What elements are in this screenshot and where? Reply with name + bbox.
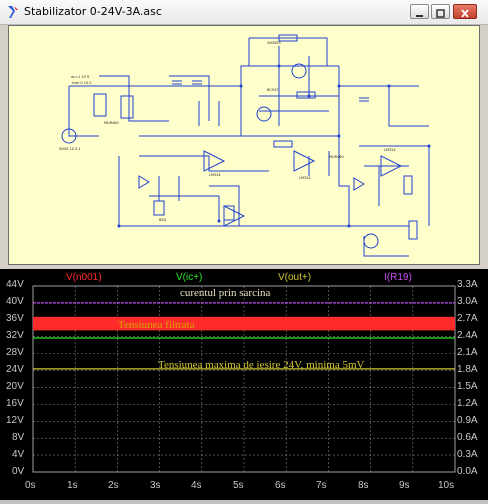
svg-text:.tran 0 10 0: .tran 0 10 0	[71, 81, 92, 85]
x-tick-label: 10s	[438, 480, 455, 491]
y-tick-label: 0V	[12, 466, 25, 477]
y2-tick-label: 2.4A	[457, 330, 478, 341]
ltspice-app-icon	[8, 6, 18, 18]
trace-label-ir19[interactable]: I(R19)	[384, 272, 412, 283]
plot-canvas	[32, 285, 456, 473]
y-tick-label: 4V	[12, 449, 25, 460]
x-tick-label: 4s	[191, 480, 202, 491]
maximize-button[interactable]	[431, 4, 450, 19]
y-tick-label: 24V	[6, 364, 24, 375]
y-tick-label: 28V	[6, 347, 24, 358]
x-tick-label: 2s	[108, 480, 119, 491]
svg-text:LM324: LM324	[209, 173, 221, 177]
trace-label-vn001[interactable]: V(n001)	[66, 272, 102, 283]
svg-text:2N3055: 2N3055	[267, 41, 281, 45]
svg-text:LM324: LM324	[384, 148, 396, 152]
close-button[interactable]	[453, 4, 477, 19]
svg-text:BZX: BZX	[159, 218, 167, 222]
x-tick-label: 0s	[25, 480, 36, 491]
close-icon	[461, 9, 469, 18]
y2-tick-label: 0.6A	[457, 432, 478, 443]
y2-tick-label: 2.1A	[457, 347, 478, 358]
x-tick-label: 6s	[275, 480, 286, 491]
trace-label-vout[interactable]: V(out+)	[278, 272, 311, 283]
y2-tick-label: 0.0A	[457, 466, 478, 477]
svg-text:50HZ 10 0.1: 50HZ 10 0.1	[59, 147, 81, 151]
y-tick-label: 40V	[6, 296, 24, 307]
y-tick-label: 36V	[6, 313, 24, 324]
x-tick-label: 1s	[67, 480, 78, 491]
y2-tick-label: 1.5A	[457, 381, 478, 392]
trace-vn001	[33, 316, 455, 331]
y2-tick-label: 2.7A	[457, 313, 478, 324]
x-tick-label: 8s	[358, 480, 369, 491]
svg-text:BC547: BC547	[267, 88, 278, 92]
svg-text:MUR460: MUR460	[104, 121, 119, 125]
x-tick-label: 9s	[399, 480, 410, 491]
schematic-editor[interactable]: ac=1 10 9 .tran 0 10 0 50HZ 10 0.1 2N305…	[8, 25, 480, 265]
x-tick-label: 5s	[233, 480, 244, 491]
y2-tick-label: 1.8A	[457, 364, 478, 375]
svg-text:MUR460: MUR460	[329, 155, 344, 159]
minimize-button[interactable]	[410, 4, 429, 19]
max-output-annotation: Tensiunea maxima de iesire 24V, minima 5…	[158, 359, 365, 371]
maximize-icon	[436, 9, 445, 18]
y-tick-label: 16V	[6, 398, 24, 409]
y-tick-label: 32V	[6, 330, 24, 341]
x-tick-label: 7s	[316, 480, 327, 491]
svg-text:LM324: LM324	[299, 176, 311, 180]
svg-text:ac=1 10 9: ac=1 10 9	[71, 75, 89, 79]
trace-label-vic[interactable]: V(ic+)	[176, 272, 202, 283]
y-tick-label: 8V	[12, 432, 25, 443]
current-annotation: curentul prin sarcina	[180, 287, 271, 299]
minimize-icon	[416, 15, 423, 17]
x-tick-label: 3s	[150, 480, 161, 491]
ltspice-window: Stabilizator 0-24V-3A.asc ac=1 10 9 .tra…	[0, 0, 488, 500]
y2-tick-label: 0.3A	[457, 449, 478, 460]
y-tick-label: 20V	[6, 381, 24, 392]
y2-tick-label: 3.0A	[457, 296, 478, 307]
schematic-diagram: ac=1 10 9 .tran 0 10 0 50HZ 10 0.1 2N305…	[59, 34, 431, 257]
filtered-voltage-annotation: Tensiunea filtrata	[118, 319, 195, 331]
y2-tick-label: 3.3A	[457, 279, 478, 290]
waveform-plot[interactable]: V(n001) V(ic+) V(out+) I(R19) 44V 40V 36…	[0, 269, 488, 500]
y2-tick-label: 1.2A	[457, 398, 478, 409]
window-title: Stabilizator 0-24V-3A.asc	[24, 5, 162, 18]
y-tick-label: 12V	[6, 415, 24, 426]
title-bar: Stabilizator 0-24V-3A.asc	[0, 0, 488, 25]
y-tick-label: 44V	[6, 279, 24, 290]
y2-tick-label: 0.9A	[457, 415, 478, 426]
